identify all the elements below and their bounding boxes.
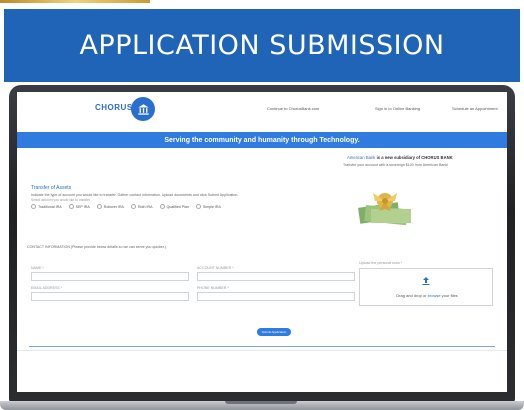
browse-link[interactable]: browse: [428, 293, 441, 298]
option-label: SEP IRA: [75, 204, 90, 209]
phone-field[interactable]: [197, 292, 355, 301]
account-number-field[interactable]: [197, 272, 355, 281]
slide-title: APPLICATION SUBMISSION: [79, 30, 445, 61]
laptop-base: [0, 401, 524, 410]
option-label: Qualified Plan: [166, 204, 189, 209]
radio-button[interactable]: [130, 204, 136, 209]
upload-label: Upload the personal scan *: [359, 261, 403, 265]
upload-icon: [422, 277, 430, 285]
dropzone-prefix: Drag and drop or: [396, 293, 428, 298]
option-simple-ira[interactable]: Simple IRA: [195, 204, 221, 209]
radio-button[interactable]: [159, 204, 165, 209]
phone-label: PHONE NUMBER *: [197, 286, 229, 290]
dropzone-text: Drag and drop or browse your files: [360, 293, 494, 298]
option-roth-ira[interactable]: Roth IRA: [130, 204, 153, 209]
promo-bank-link[interactable]: American Bank: [347, 155, 375, 160]
option-label: Roth IRA: [137, 204, 153, 209]
laptop-frame: CHORUS Continue to ChorusBank.com Sign i…: [9, 85, 515, 403]
option-traditional-ira[interactable]: Traditional IRA: [31, 204, 62, 209]
name-label: NAME *: [31, 266, 44, 270]
site-header: CHORUS Continue to ChorusBank.com Sign i…: [17, 92, 507, 128]
promo-subtext: Transfer your account with a sovereign $…: [343, 163, 449, 167]
bank-logo-icon[interactable]: [131, 97, 155, 121]
promo-headline: American Bank is a new subsidiary of CHO…: [347, 155, 453, 160]
radio-button[interactable]: [31, 204, 36, 209]
promo-headline-rest: is a new subsidiary of CHORUS BANK: [375, 155, 453, 160]
footer-divider: [29, 346, 495, 347]
top-accent-strip: [0, 0, 150, 3]
footer-divider-light: [17, 350, 507, 351]
service-banner: Serving the community and humanity throu…: [17, 132, 507, 148]
bank-building-icon: [137, 103, 149, 115]
slide-banner: APPLICATION SUBMISSION: [4, 9, 520, 82]
submit-application-button[interactable]: Submit Application: [257, 328, 291, 336]
gift-money-image: [358, 193, 411, 226]
brand-name[interactable]: CHORUS: [95, 103, 133, 112]
radio-button[interactable]: [195, 204, 201, 209]
transfer-instructions: Indicate the type of account you would l…: [31, 193, 239, 197]
nav-appointment-link[interactable]: Schedule an Appointment: [452, 106, 498, 111]
nav-continue-link[interactable]: Continue to ChorusBank.com: [267, 106, 319, 111]
radio-button[interactable]: [68, 204, 74, 209]
radio-button[interactable]: [96, 204, 102, 209]
option-label: Traditional IRA: [38, 204, 62, 209]
name-field[interactable]: [31, 272, 189, 281]
option-sep-ira[interactable]: SEP IRA: [68, 204, 90, 209]
option-rollover-ira[interactable]: Rollover IRA: [96, 204, 124, 209]
email-label: EMAIL ADDRESS *: [31, 286, 63, 290]
option-label: Simple IRA: [202, 204, 221, 209]
transfer-hint: Select account you would like to transfe…: [31, 198, 91, 202]
account-number-label: ACCOUNT NUMBER *: [197, 266, 234, 270]
email-field[interactable]: [31, 292, 189, 301]
account-type-options: Traditional IRA SEP IRA Rollover IRA Rot…: [31, 204, 221, 209]
nav-signin-link[interactable]: Sign in to Online Banking: [375, 106, 420, 111]
contact-label: CONTACT INFORMATION (Please provide belo…: [27, 245, 167, 249]
service-banner-text: Serving the community and humanity throu…: [164, 136, 360, 144]
laptop-base-notch: [225, 401, 297, 404]
dropzone-suffix: your files: [440, 293, 458, 298]
browser-screen: CHORUS Continue to ChorusBank.com Sign i…: [17, 92, 507, 392]
file-dropzone[interactable]: Drag and drop or browse your files: [359, 268, 493, 306]
option-qualified-plan[interactable]: Qualified Plan: [159, 204, 189, 209]
transfer-title: Transfer of Assets: [31, 185, 72, 191]
option-label: Rollover IRA: [103, 204, 124, 209]
